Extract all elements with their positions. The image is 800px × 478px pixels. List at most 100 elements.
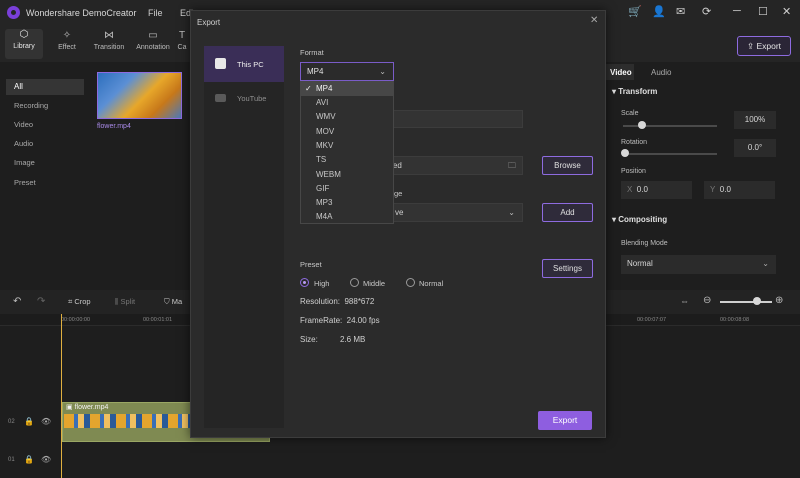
fit-icon[interactable]: ⇔ <box>680 296 689 306</box>
blending-select[interactable]: Normal ⌄ <box>621 255 776 274</box>
library-icon: ⬡ <box>19 29 29 40</box>
marker-button[interactable]: ⛉ Ma <box>164 297 182 307</box>
resolution-info: Resolution: 988*672 <box>300 297 375 306</box>
chevron-down-icon: ⌄ <box>508 208 515 217</box>
preset-normal-label: Normal <box>419 279 444 288</box>
rotation-slider-knob[interactable] <box>621 149 629 157</box>
scale-value[interactable]: 100% <box>734 111 776 129</box>
tab-this-pc[interactable]: This PC <box>204 46 284 82</box>
format-option-mkv[interactable]: MKV <box>300 139 394 153</box>
add-button[interactable]: Add <box>542 203 593 222</box>
zoom-out-icon[interactable]: ⊖ <box>703 295 711 306</box>
blending-label: Blending Mode <box>621 240 668 247</box>
undo-icon[interactable]: ↶ <box>13 296 21 307</box>
category-recording[interactable]: Recording <box>14 101 48 110</box>
preset-middle-label: Middle <box>363 279 386 288</box>
minimize-icon[interactable]: ─ <box>733 5 741 17</box>
rotation-label: Rotation <box>621 139 648 146</box>
check-icon: ✓ <box>305 84 312 93</box>
tool-annotation[interactable]: ▭ Annotation <box>134 30 172 51</box>
format-option-gif[interactable]: GIF <box>300 182 394 196</box>
tab-audio[interactable]: Audio <box>651 68 671 77</box>
category-preset[interactable]: Preset <box>14 178 36 187</box>
media-thumbnail[interactable] <box>97 72 182 119</box>
ruler-tick: 00:00:08:08 <box>720 317 750 323</box>
computer-icon <box>215 58 226 69</box>
transition-icon: ⋈ <box>104 30 114 41</box>
redo-icon[interactable]: ↷ <box>37 296 45 307</box>
maximize-icon[interactable]: ☐ <box>758 5 768 18</box>
support-icon[interactable]: ⟳ <box>702 5 711 18</box>
timeline-clip-label: ▣ flower.mp4 <box>66 404 109 411</box>
close-icon[interactable]: ✕ <box>590 15 598 26</box>
ruler-tick: 00:00:00:00 <box>61 317 91 323</box>
tab-video[interactable]: Video <box>610 68 632 77</box>
position-label: Position <box>621 168 646 175</box>
track-number: 01 <box>8 457 15 463</box>
folder-icon[interactable]: 🗀 <box>508 157 516 174</box>
app-title: Wondershare DemoCreator <box>26 8 137 18</box>
zoom-slider[interactable] <box>720 301 772 303</box>
quality-label: ge <box>394 189 403 198</box>
format-option-wmv[interactable]: WMV <box>300 110 394 124</box>
category-all[interactable]: All <box>6 79 84 95</box>
preset-high-label: High <box>314 279 330 288</box>
preset-label: Preset <box>300 260 322 269</box>
transform-title: ▾ Transform <box>612 87 658 96</box>
annotation-icon: ▭ <box>148 30 158 41</box>
lock-icon[interactable]: 🔒 <box>24 417 34 426</box>
format-label: Format <box>300 48 324 57</box>
media-name: flower.mp4 <box>97 123 131 130</box>
eye-icon[interactable]: 👁 <box>41 455 51 464</box>
youtube-icon <box>215 94 226 102</box>
playhead[interactable] <box>61 314 62 478</box>
zoom-in-icon[interactable]: ⊕ <box>775 295 783 306</box>
tool-transition[interactable]: ⋈ Transition <box>92 30 126 51</box>
export-button[interactable]: Export <box>538 411 592 430</box>
close-window-icon[interactable]: ✕ <box>782 5 791 18</box>
tool-caption[interactable]: T Ca <box>174 30 190 51</box>
position-y-field[interactable]: Y 0.0 <box>704 181 775 199</box>
settings-button[interactable]: Settings <box>542 259 593 278</box>
preset-normal-radio[interactable] <box>406 278 415 287</box>
preset-high-radio[interactable] <box>300 278 309 287</box>
caption-icon: T <box>178 30 186 41</box>
cart-icon[interactable]: 🛒 <box>628 5 642 18</box>
format-option-webm[interactable]: WEBM <box>300 168 394 182</box>
size-info: Size: 2.6 MB <box>300 335 366 344</box>
format-option-m4a[interactable]: M4A <box>300 210 394 224</box>
browse-button[interactable]: Browse <box>542 156 593 175</box>
chevron-down-icon: ⌄ <box>379 67 386 76</box>
position-x-field[interactable]: X 0.0 <box>621 181 692 199</box>
app-logo-icon <box>7 6 20 19</box>
category-audio[interactable]: Audio <box>14 139 33 148</box>
track-number: 02 <box>8 419 15 425</box>
category-video[interactable]: Video <box>14 120 33 129</box>
mail-icon[interactable]: ✉ <box>676 5 685 18</box>
format-option-mp3[interactable]: MP3 <box>300 196 394 210</box>
split-button[interactable]: ⫼ Split <box>115 297 135 307</box>
chevron-down-icon: ⌄ <box>762 259 769 268</box>
rotation-value[interactable]: 0.0° <box>734 139 776 157</box>
format-option-ts[interactable]: TS <box>300 153 394 167</box>
eye-icon[interactable]: 👁 <box>41 417 51 426</box>
tab-youtube[interactable]: YouTube <box>204 90 284 110</box>
format-option-mov[interactable]: MOV <box>300 125 394 139</box>
tool-effect[interactable]: ✧ Effect <box>50 30 84 51</box>
menu-file[interactable]: File <box>148 8 163 18</box>
format-select[interactable]: MP4 ⌄ <box>300 62 394 81</box>
export-top-button[interactable]: ⇪ Export <box>737 36 791 56</box>
format-option-avi[interactable]: AVI <box>300 96 394 110</box>
crop-button[interactable]: ⌗ Crop <box>68 297 91 307</box>
scale-slider-knob[interactable] <box>638 121 646 129</box>
preset-middle-radio[interactable] <box>350 278 359 287</box>
ruler-tick: 00:00:07:07 <box>637 317 667 323</box>
rotation-slider[interactable] <box>623 153 717 155</box>
category-image[interactable]: Image <box>14 158 35 167</box>
format-option-mp4[interactable]: ✓ MP4 <box>300 82 394 97</box>
lock-icon[interactable]: 🔒 <box>24 455 34 464</box>
framerate-info: FrameRate: 24.00 fps <box>300 316 380 325</box>
account-icon[interactable]: 👤 <box>652 5 666 18</box>
tool-library[interactable]: ⬡ Library <box>5 29 43 59</box>
zoom-slider-knob[interactable] <box>753 297 761 305</box>
